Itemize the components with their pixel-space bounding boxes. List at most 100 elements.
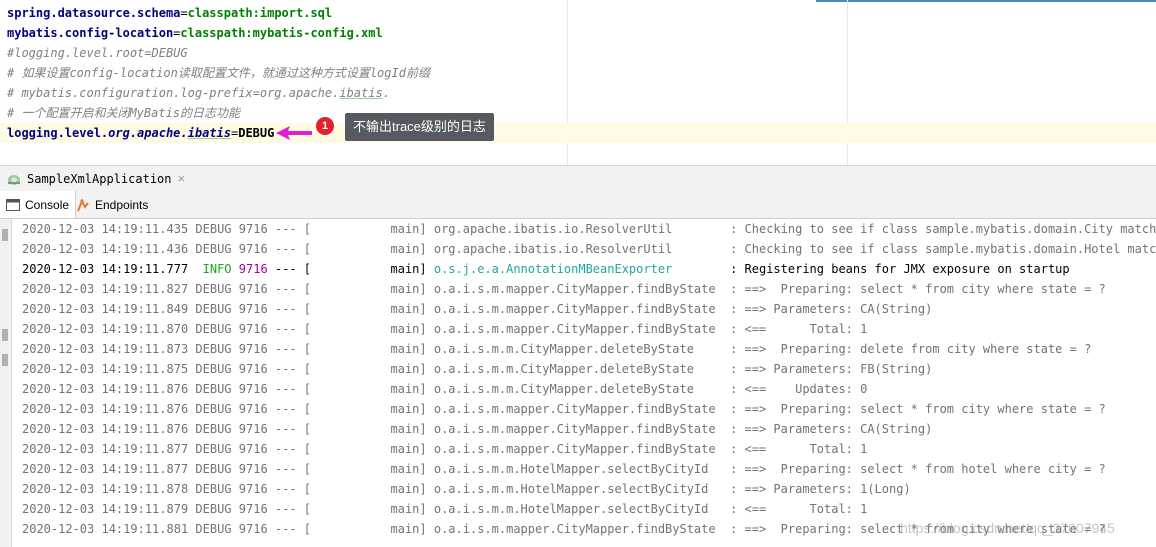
log-timestamp: 2020-12-03 14:19:11.873 [22,342,189,356]
log-line: 2020-12-03 14:19:11.877 DEBUG 9716 --- [… [22,459,1106,479]
log-timestamp: 2020-12-03 14:19:11.777 [22,262,189,276]
tab-console-label: Console [25,197,70,212]
log-separator: --- [ [267,382,312,396]
log-separator: --- [ [267,522,312,536]
log-logger: org.apache.ibatis.io.ResolverUtil [426,222,723,236]
properties-editor[interactable]: spring.datasource.schema=classpath:impor… [0,0,1156,165]
log-timestamp: 2020-12-03 14:19:11.876 [22,382,189,396]
log-level: DEBUG [195,502,232,516]
log-logger: o.a.i.s.m.mapper.CityMapper.findByState [426,522,723,536]
editor-scroll-indicator [816,0,1156,2]
log-level: DEBUG [195,302,232,316]
log-pid: 9716 [238,382,268,396]
log-logger: o.a.i.s.m.m.HotelMapper.selectByCityId [426,482,723,496]
log-separator: --- [ [267,442,312,456]
run-config-tab[interactable]: SampleXmlApplication × [0,166,185,191]
tab-endpoints[interactable]: Endpoints [72,191,152,218]
editor-line-1[interactable]: spring.datasource.schema=classpath:impor… [7,3,332,23]
log-thread: main] [311,242,427,256]
log-message: : ==> Parameters: 1(Long) [722,482,911,496]
log-pid: 9716 [238,282,268,296]
log-timestamp: 2020-12-03 14:19:11.436 [22,242,189,256]
log-timestamp: 2020-12-03 14:19:11.879 [22,502,189,516]
console-icon [6,198,20,211]
log-pid: 9716 [238,362,268,376]
log-logger: o.a.i.s.m.m.HotelMapper.selectByCityId [426,462,723,476]
annotation-badge: 1 [316,117,334,135]
log-line: 2020-12-03 14:19:11.827 DEBUG 9716 --- [… [22,279,1106,299]
log-line: 2020-12-03 14:19:11.879 DEBUG 9716 --- [… [22,499,867,519]
log-logger: o.a.i.s.m.m.CityMapper.deleteByState [426,342,723,356]
log-level: DEBUG [195,222,232,236]
log-message: : Checking to see if class sample.mybati… [722,242,1156,256]
log-thread: main] [311,422,427,436]
annotation-tooltip: 不输出trace级别的日志 [345,113,494,141]
log-separator: --- [ [267,462,312,476]
log-thread: main] [311,342,427,356]
log-timestamp: 2020-12-03 14:19:11.875 [22,362,189,376]
log-logger: o.a.i.s.m.m.CityMapper.deleteByState [426,362,723,376]
log-thread: main] [311,302,427,316]
log-pid: 9716 [238,422,268,436]
log-message: : ==> Parameters: FB(String) [722,362,933,376]
log-level: DEBUG [195,442,232,456]
log-timestamp: 2020-12-03 14:19:11.877 [22,442,189,456]
run-tool-window-bar: SampleXmlApplication × [0,165,1156,191]
log-thread: main] [311,442,427,456]
gutter-marker [2,354,8,366]
run-config-label: SampleXmlApplication [27,171,172,186]
log-message: : ==> Parameters: CA(String) [722,302,933,316]
log-line: 2020-12-03 14:19:11.876 DEBUG 9716 --- [… [22,379,867,399]
log-separator: --- [ [267,362,312,376]
log-logger: org.apache.ibatis.io.ResolverUtil [426,242,723,256]
log-message: : Registering beans for JMX exposure on … [722,262,1070,276]
log-pid: 9716 [238,322,268,336]
editor-line-2[interactable]: mybatis.config-location=classpath:mybati… [7,23,383,43]
comment-text: # 一个配置开启和关闭MyBatis的日志功能 [7,106,241,120]
editor-line-6[interactable]: # 一个配置开启和关闭MyBatis的日志功能 [7,103,240,123]
property-key: logging.level. [7,126,109,140]
log-level: INFO [195,262,232,276]
property-key: mybatis.config-location [7,26,174,40]
log-pid: 9716 [238,302,268,316]
log-line: 2020-12-03 14:19:11.876 DEBUG 9716 --- [… [22,419,932,439]
log-separator: --- [ [267,502,312,516]
comment-text: # 如果设置config-location读取配置文件，就通过这种方式设置log… [7,66,430,80]
log-pid: 9716 [238,402,268,416]
run-app-icon [8,174,20,185]
log-message: : ==> Preparing: select * from city wher… [722,282,1106,296]
annotation-arrow-icon [276,126,312,140]
log-pid: 9716 [238,462,268,476]
log-level: DEBUG [195,462,232,476]
log-message: : <== Total: 1 [722,442,868,456]
editor-line-7[interactable]: logging.level.org.apache.ibatis=DEBUG [7,123,274,143]
editor-line-3[interactable]: #logging.level.root=DEBUG [7,43,188,63]
log-level: DEBUG [195,322,232,336]
log-thread: main] [311,522,427,536]
editor-line-5[interactable]: # mybatis.configuration.log-prefix=org.a… [7,83,390,103]
log-pid: 9716 [238,502,268,516]
log-separator: --- [ [267,282,312,296]
log-thread: main] [311,362,427,376]
tab-console[interactable]: Console [0,191,77,218]
log-level: DEBUG [195,282,232,296]
log-thread: main] [311,382,427,396]
property-key: org.apache. [108,126,188,140]
log-timestamp: 2020-12-03 14:19:11.878 [22,482,189,496]
close-icon[interactable]: × [178,171,186,186]
log-thread: main] [311,282,427,296]
log-line: 2020-12-03 14:19:11.435 DEBUG 9716 --- [… [22,219,1156,239]
log-separator: --- [ [267,322,312,336]
editor-line-4[interactable]: # 如果设置config-location读取配置文件，就通过这种方式设置log… [7,63,430,83]
gutter-marker [2,229,8,241]
log-thread: main] [311,502,427,516]
log-line: 2020-12-03 14:19:11.870 DEBUG 9716 --- [… [22,319,867,339]
log-pid: 9716 [238,222,268,236]
equals-sign: = [180,6,188,20]
property-value: classpath:mybatis-config.xml [180,26,383,40]
console-output[interactable]: 2020-12-03 14:19:11.435 DEBUG 9716 --- [… [12,219,1156,547]
log-separator: --- [ [267,402,312,416]
log-pid: 9716 [238,242,268,256]
log-timestamp: 2020-12-03 14:19:11.876 [22,422,189,436]
log-timestamp: 2020-12-03 14:19:11.881 [22,522,189,536]
